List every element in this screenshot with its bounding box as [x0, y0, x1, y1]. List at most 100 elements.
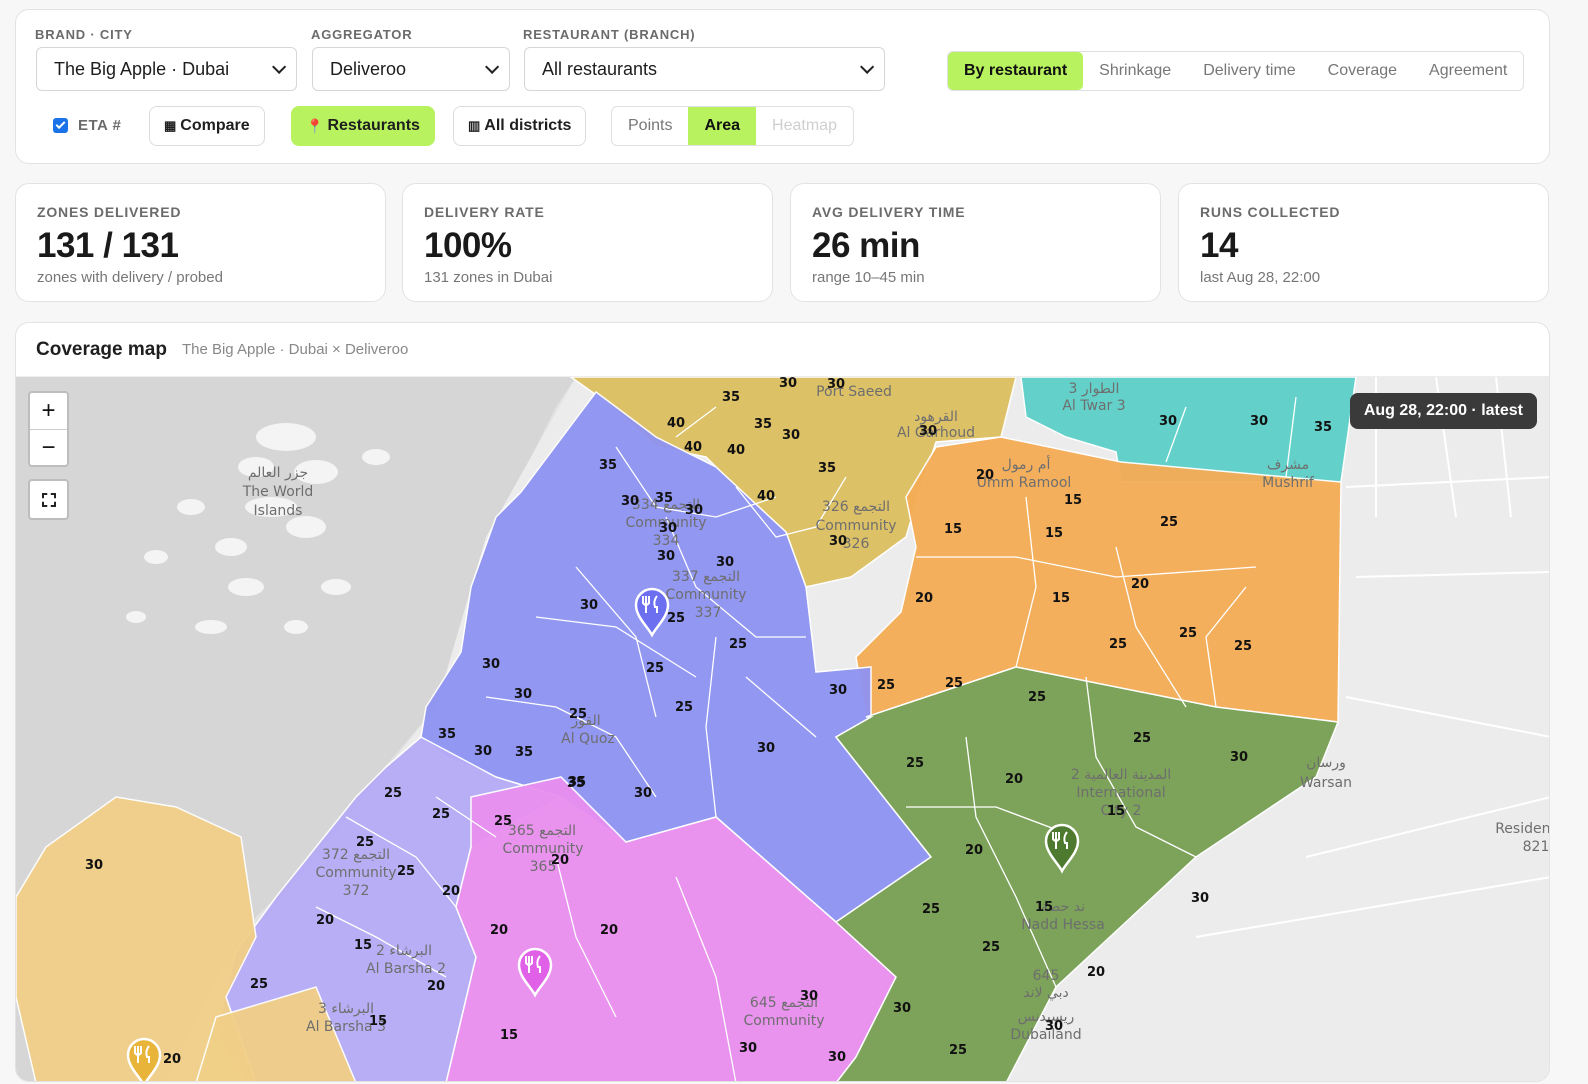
eta-label: 25: [1133, 731, 1151, 746]
eta-label: 25: [945, 676, 963, 691]
eta-label: 25: [432, 807, 450, 822]
island-shape: [195, 620, 227, 634]
restaurant-select[interactable]: All restaurants: [524, 47, 885, 91]
eta-label: 15: [500, 1028, 518, 1043]
place-label: القرهود: [914, 409, 958, 425]
eta-label: 20: [551, 853, 569, 868]
eta-label: 30: [829, 534, 847, 549]
eta-label: 30: [716, 555, 734, 570]
eta-label: 25: [356, 835, 374, 850]
eta-label: 25: [646, 661, 664, 676]
eta-toggle-label: ETA #: [78, 117, 122, 134]
restaurant-value: All restaurants: [542, 58, 658, 79]
eta-label: 25: [1028, 690, 1046, 705]
eta-label: 20: [965, 843, 983, 858]
kpi-subtext: 131 zones in Dubai: [424, 269, 553, 286]
brand-city-label: BRAND · CITY: [35, 27, 133, 42]
eta-label: 20: [600, 923, 618, 938]
place-label: المدينة العالمية 2: [1071, 767, 1171, 783]
eta-label: 35: [599, 458, 617, 473]
place-label: ورسان: [1306, 755, 1346, 771]
eta-label: 30: [893, 1001, 911, 1016]
all-districts-button[interactable]: ▥ All districts: [453, 106, 587, 146]
eta-label: 30: [828, 1050, 846, 1065]
eta-label: 30: [685, 503, 703, 518]
mode-points[interactable]: Points: [612, 107, 688, 145]
eta-label: 30: [85, 858, 103, 873]
mode-area[interactable]: Area: [688, 107, 757, 145]
map-subtitle: The Big Apple · Dubai × Deliveroo: [181, 341, 409, 358]
restaurants-button[interactable]: 📍 Restaurants: [291, 106, 435, 146]
tab-coverage[interactable]: Coverage: [1312, 52, 1413, 90]
eta-toggle[interactable]: ETA #: [53, 117, 121, 134]
place-label: Al Quoz: [561, 731, 615, 747]
eta-label: 15: [369, 1014, 387, 1029]
all-districts-button-label: All districts: [484, 117, 572, 134]
eta-label: 30: [827, 377, 845, 392]
eta-label: 25: [877, 678, 895, 693]
eta-label: 25: [675, 700, 693, 715]
eta-label: 35: [515, 745, 533, 760]
zoom-out-button[interactable]: −: [30, 429, 67, 465]
eta-label: 35: [722, 390, 740, 405]
kpi-value: 131 / 131: [37, 226, 179, 265]
place-label: Residence: [1495, 821, 1550, 837]
kpi-label: RUNS COLLECTED: [1200, 204, 1341, 220]
eta-label: 20: [490, 923, 508, 938]
zoom-in-button[interactable]: +: [30, 393, 67, 429]
chevron-down-icon: [272, 59, 287, 74]
mode-heatmap: Heatmap: [772, 117, 837, 134]
eta-label: 30: [1250, 414, 1268, 429]
place-label: التجمع 365: [508, 823, 576, 839]
eta-label: 20: [1087, 965, 1105, 980]
aggregator-select[interactable]: Deliveroo: [312, 47, 510, 91]
coverage-map-panel: Coverage map The Big Apple · Dubai × Del…: [15, 322, 1550, 1082]
kpi-value: 26 min: [812, 226, 920, 265]
eta-label: 35: [818, 461, 836, 476]
place-label: البرشاء 3: [318, 1001, 374, 1017]
kpi-subtext: zones with delivery / probed: [37, 269, 223, 286]
controls-panel: BRAND · CITY The Big Apple · Dubai AGGRE…: [15, 9, 1550, 164]
place-label: 372: [343, 883, 370, 899]
kpi-value: 100%: [424, 226, 512, 265]
compare-button-label: Compare: [180, 117, 250, 134]
brand-city-select[interactable]: The Big Apple · Dubai: [36, 47, 297, 91]
kpi-subtext: range 10–45 min: [812, 269, 925, 286]
compare-button[interactable]: ▦ Compare: [149, 106, 265, 146]
fullscreen-button[interactable]: [28, 479, 69, 520]
place-label: الطوار 3: [1069, 381, 1120, 397]
kpi-subtext: last Aug 28, 22:00: [1200, 269, 1321, 286]
place-label: البرشاء 2: [376, 943, 432, 959]
place-label: Community: [815, 518, 896, 534]
island-shape: [228, 578, 264, 596]
island-shape: [215, 538, 247, 556]
kpi-label: ZONES DELIVERED: [37, 204, 182, 220]
aggregator-label: AGGREGATOR: [311, 27, 413, 42]
eta-label: 25: [250, 977, 268, 992]
place-label: International: [1076, 785, 1165, 801]
coverage-map[interactable]: جزر العالم The World Islands Port Saeed القر…: [16, 377, 1550, 1082]
tab-agreement[interactable]: Agreement: [1413, 52, 1523, 90]
eta-label: 35: [567, 776, 585, 791]
checkbox-checked-icon[interactable]: [53, 118, 68, 133]
tab-shrinkage[interactable]: Shrinkage: [1083, 52, 1187, 90]
eta-label: 25: [922, 902, 940, 917]
island-shape: [256, 423, 316, 451]
map-title: Coverage map: [36, 338, 167, 360]
eta-label: 20: [427, 979, 445, 994]
map-mode-toggle: Points Area Heatmap: [611, 106, 854, 146]
eta-label: 30: [580, 598, 598, 613]
map-canvas[interactable]: جزر العالمThe WorldIslandsPort Saeedالقر…: [16, 377, 1550, 1082]
place-label: جزر العالم: [248, 465, 308, 481]
chevron-down-icon: [485, 59, 500, 74]
eta-label: 25: [1160, 515, 1178, 530]
place-label: Nadd Hessa: [1021, 917, 1105, 933]
eta-label: 25: [1234, 639, 1252, 654]
tab-delivery-time[interactable]: Delivery time: [1187, 52, 1311, 90]
eta-label: 30: [474, 744, 492, 759]
eta-label: 30: [1045, 1019, 1063, 1034]
eta-label: 30: [757, 741, 775, 756]
tab-by-restaurant[interactable]: By restaurant: [948, 52, 1084, 90]
place-label: 821: [1523, 839, 1550, 855]
eta-label: 30: [779, 377, 797, 391]
